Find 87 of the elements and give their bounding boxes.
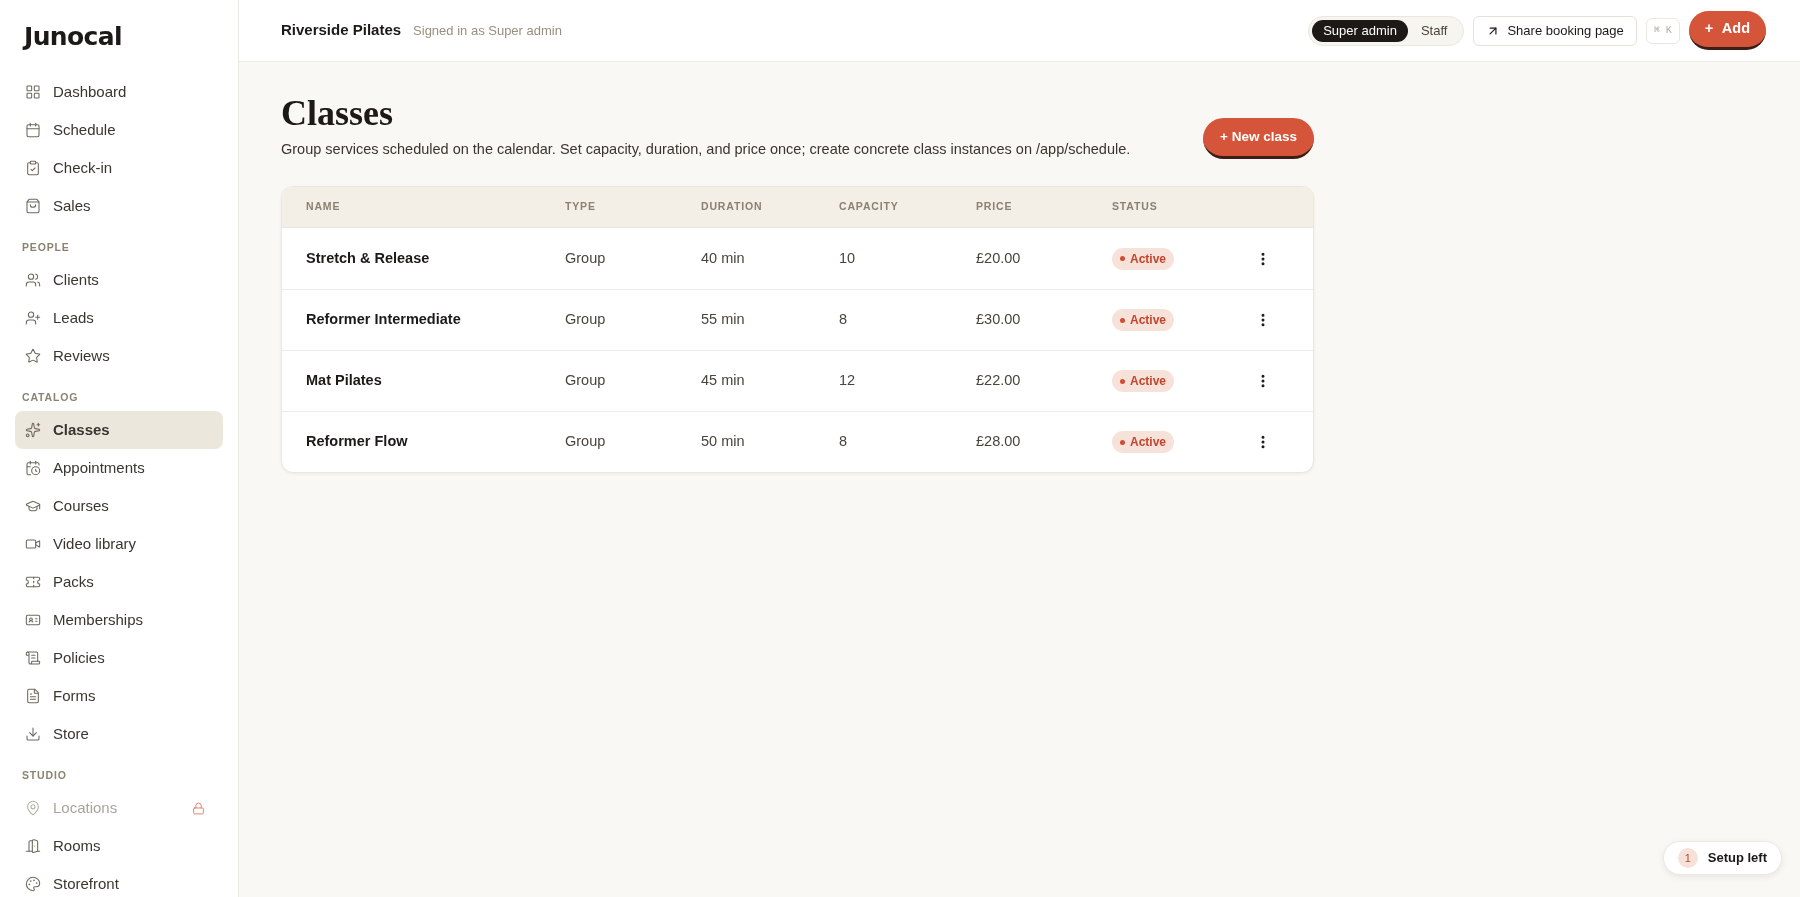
column-header: PRICE [976,199,1013,215]
table-cell-text: £30.00 [976,310,1021,330]
share-button[interactable]: Share booking page [1473,15,1637,46]
clipboard-check-icon [25,160,41,176]
section-heading: PEOPLE [22,240,70,256]
status-dot-icon [1120,378,1125,384]
nav-item[interactable]: Rooms [15,827,223,865]
users-icon [25,272,41,288]
count-badge: 1 [1677,848,1698,868]
table-cell-text: 50 min [701,432,745,452]
nav-item[interactable]: Packs [15,563,223,601]
signed-in-text: Signed in as Super admin [413,21,562,40]
status-text: Active [1130,312,1167,329]
table-cell-text: £20.00 [976,248,1021,268]
nav-item[interactable]: Sales [15,187,223,225]
download-icon [25,726,41,742]
nav-item[interactable]: Storefront [15,865,223,897]
table-cell-text: £22.00 [976,371,1021,391]
nav-item[interactable]: Dashboard [15,73,223,111]
column-header: NAME [306,199,341,215]
scroll-icon [25,650,41,666]
bag-icon [25,198,41,214]
status-dot-icon [1120,317,1125,323]
table-cell-text: Group [565,371,606,391]
map-pin-icon [25,800,41,816]
section-heading: STUDIO [22,768,67,784]
table-cell-text: Group [565,432,606,452]
palette-icon [25,876,41,892]
sparkles-icon [25,422,41,438]
column-header: STATUS [1112,199,1158,215]
setup-button[interactable]: 1 Setup left [1662,841,1782,875]
table-cell-text: 12 [839,371,856,391]
studio-name: Riverside Pilates [281,20,402,41]
table-cell-text: 55 min [701,310,745,330]
table-cell-text: £28.00 [976,432,1021,452]
status-text: Active [1130,434,1167,451]
video-camera-icon [25,536,41,552]
section-heading: CATALOG [22,390,79,406]
table-cell-text: Reformer Flow [306,432,408,452]
nav-item[interactable]: Clients [15,261,223,299]
nav-item[interactable]: Classes [15,411,223,449]
table-cell-text: 10 [839,248,856,268]
nav-item[interactable]: Check-in [15,149,223,187]
column-header: CAPACITY [839,199,899,215]
nav-item[interactable]: Schedule [15,111,223,149]
status-dot-icon [1120,439,1125,445]
graduation-cap-icon [25,498,41,514]
grid-icon [25,84,41,100]
column-header: TYPE [565,199,596,215]
nav-item[interactable]: Courses [15,487,223,525]
status-text: Active [1130,373,1167,390]
nav-item[interactable]: Leads [15,299,223,337]
document-icon [25,688,41,704]
ticket-icon [25,574,41,590]
role-tab[interactable]: Staff [1407,19,1461,42]
table-cell-text: 8 [839,432,848,452]
nav-item[interactable]: Memberships [15,601,223,639]
calendar-icon [25,122,41,138]
star-icon [25,348,41,364]
table-cell-text: Stretch & Release [306,248,430,268]
nav-item[interactable]: Store [15,715,223,753]
table-cell-text: Group [565,310,606,330]
table-cell-text: 45 min [701,371,745,391]
table-cell-text: 40 min [701,248,745,268]
logo: Junocal [24,24,122,49]
role-tab[interactable]: Super admin [1312,19,1408,42]
table-cell-text: Reformer Intermediate [306,310,461,330]
add-button[interactable]: + Add [1688,11,1766,50]
id-card-icon [25,612,41,628]
status-text: Active [1130,250,1167,268]
table-cell-text: 8 [839,310,848,330]
table-cell-text: Mat Pilates [306,371,382,391]
nav-item[interactable]: Appointments [15,449,223,487]
nav-item[interactable]: Policies [15,639,223,677]
page-description: Group services scheduled on the calendar. Set capacity, duration, and price once; create concrete class instances on /app/schedule. [281,140,1131,159]
new-class-button[interactable]: + New class [1203,118,1314,159]
table-cell-text: Group [565,248,606,268]
nav-item[interactable]: Reviews [15,337,223,375]
shortcut-hint: ⌘ K [1645,17,1680,44]
nav-item[interactable]: Video library [15,525,223,563]
status-dot-icon [1120,256,1125,261]
page-title: Classes [281,93,394,133]
column-header: DURATION [701,199,763,215]
door-icon [25,838,41,854]
user-plus-icon [25,310,41,326]
calendar-clock-icon [25,460,41,476]
nav-item[interactable]: Forms [15,677,223,715]
